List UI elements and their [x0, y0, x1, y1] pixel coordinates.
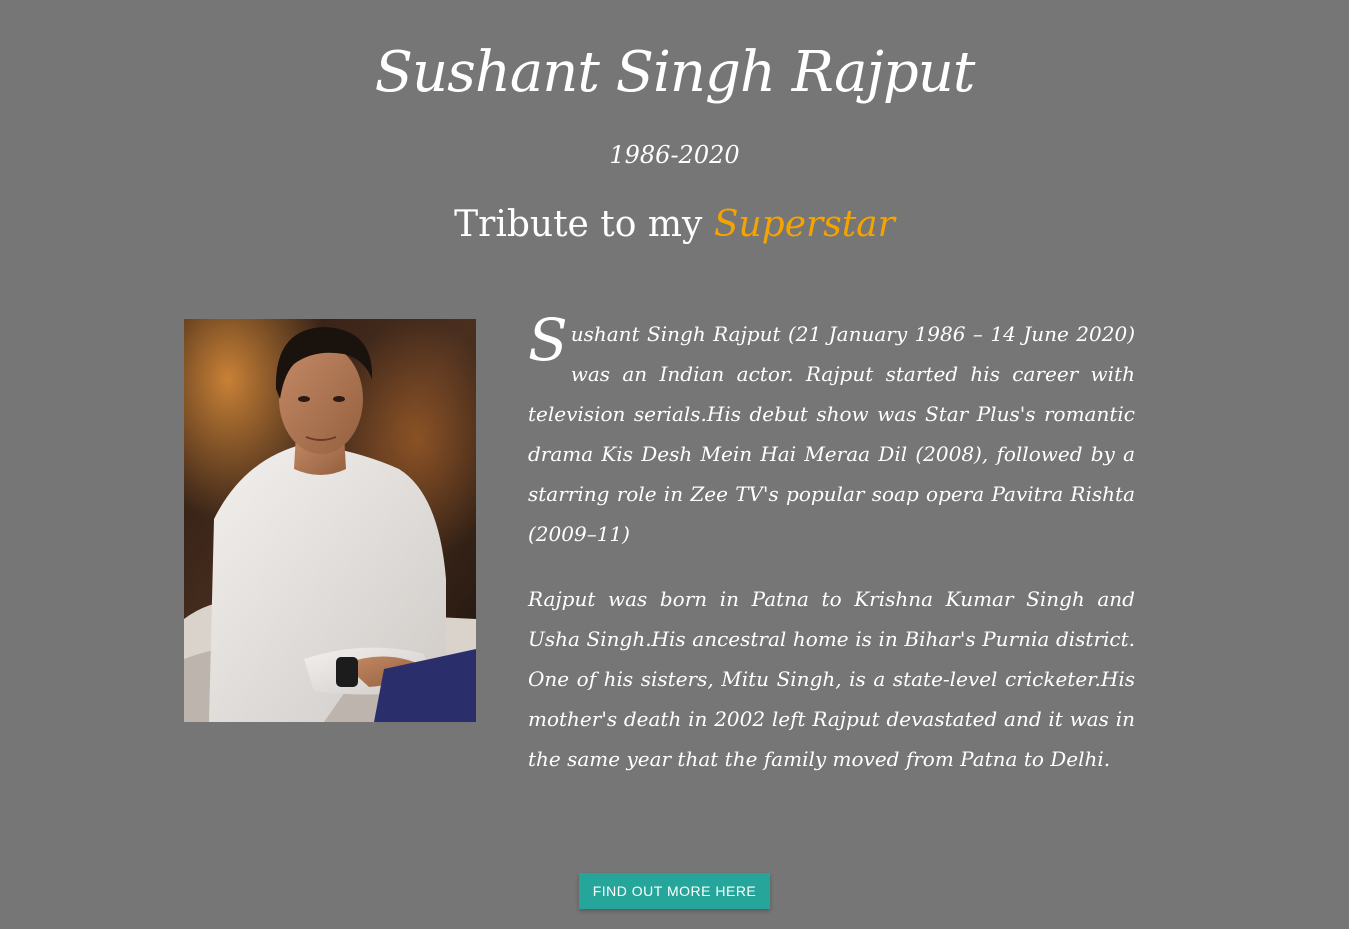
- bio-paragraph-2: Rajput was born in Patna to Krishna Kuma…: [528, 587, 1135, 771]
- bio-text: Sushant Singh Rajput (21 January 1986 – …: [528, 306, 1135, 804]
- tribute-heading: Tribute to my Superstar: [0, 200, 1349, 250]
- bio-paragraph-1-text: ushant Singh Rajput (21 January 1986 – 1…: [528, 322, 1135, 546]
- bio-paragraph-1: Sushant Singh Rajput (21 January 1986 – …: [528, 306, 1135, 554]
- drop-cap: S: [528, 306, 568, 374]
- tribute-highlight: Superstar: [713, 204, 895, 245]
- find-out-more-button[interactable]: FIND OUT MORE HERE: [579, 873, 770, 909]
- life-years: 1986-2020: [609, 141, 740, 169]
- page-title: Sushant Singh Rajput: [374, 40, 976, 105]
- portrait-image: [184, 319, 476, 722]
- tribute-prefix: Tribute to my: [454, 204, 703, 245]
